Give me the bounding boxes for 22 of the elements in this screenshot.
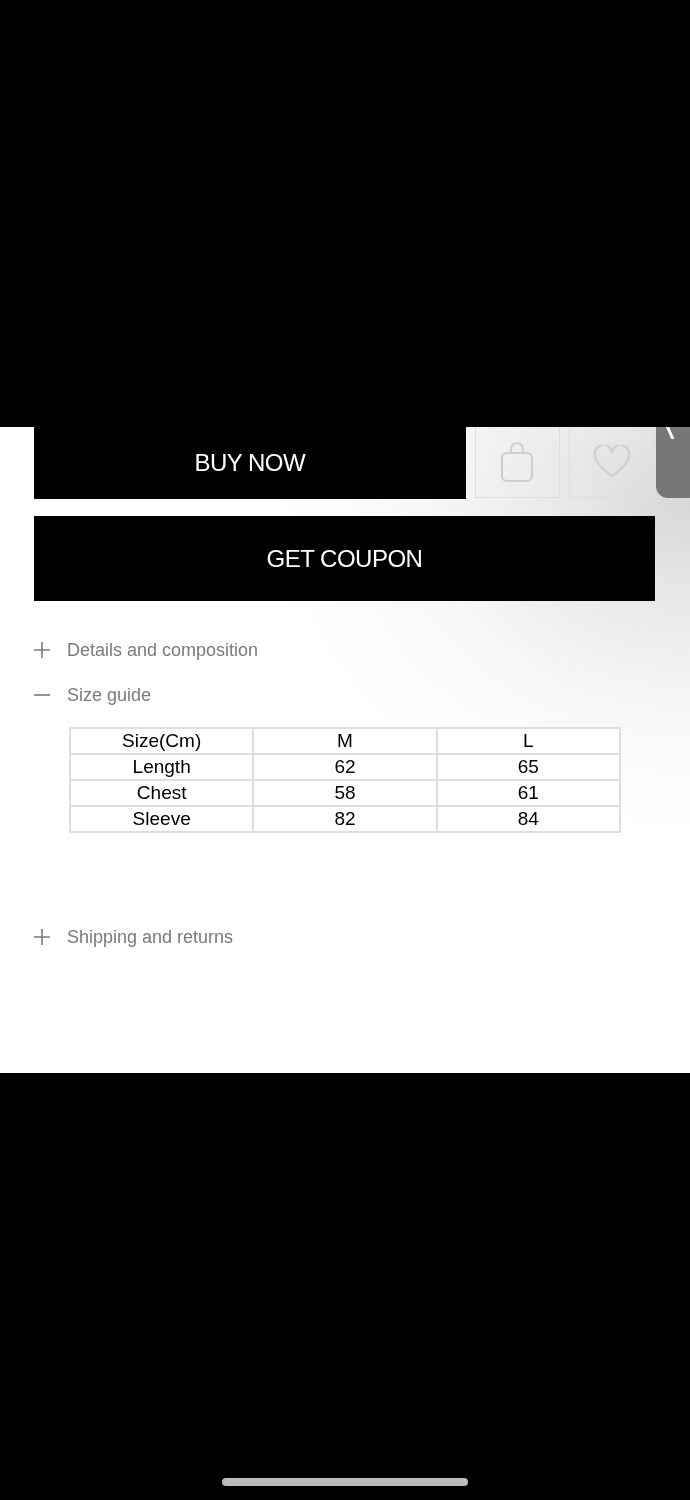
buy-now-button[interactable]: BUY NOW bbox=[34, 427, 466, 499]
floating-tab[interactable] bbox=[656, 427, 690, 498]
table-cell: 62 bbox=[253, 754, 437, 780]
row-header: Sleeve bbox=[70, 806, 254, 832]
accordion-header[interactable]: Details and composition bbox=[34, 635, 259, 665]
heart-icon bbox=[593, 445, 632, 479]
table-cell: 58 bbox=[253, 780, 437, 806]
table-cell: 82 bbox=[253, 806, 437, 832]
column-header: M bbox=[253, 728, 437, 754]
line-icon bbox=[666, 427, 674, 439]
table-cell: 84 bbox=[436, 806, 620, 832]
accordion-header[interactable]: Size guide bbox=[34, 680, 152, 710]
accordion-header[interactable]: Shipping and returns bbox=[34, 922, 234, 952]
row-header: Chest bbox=[70, 780, 254, 806]
get-coupon-button[interactable]: GET COUPON bbox=[34, 516, 655, 601]
column-header: Size(Cm) bbox=[70, 728, 254, 754]
add-to-bag-button[interactable] bbox=[474, 427, 561, 498]
table-cell: 61 bbox=[436, 780, 620, 806]
column-header: L bbox=[436, 728, 620, 754]
row-header: Length bbox=[70, 754, 254, 780]
shopping-bag-icon bbox=[500, 441, 535, 483]
table-cell: 65 bbox=[436, 754, 620, 780]
